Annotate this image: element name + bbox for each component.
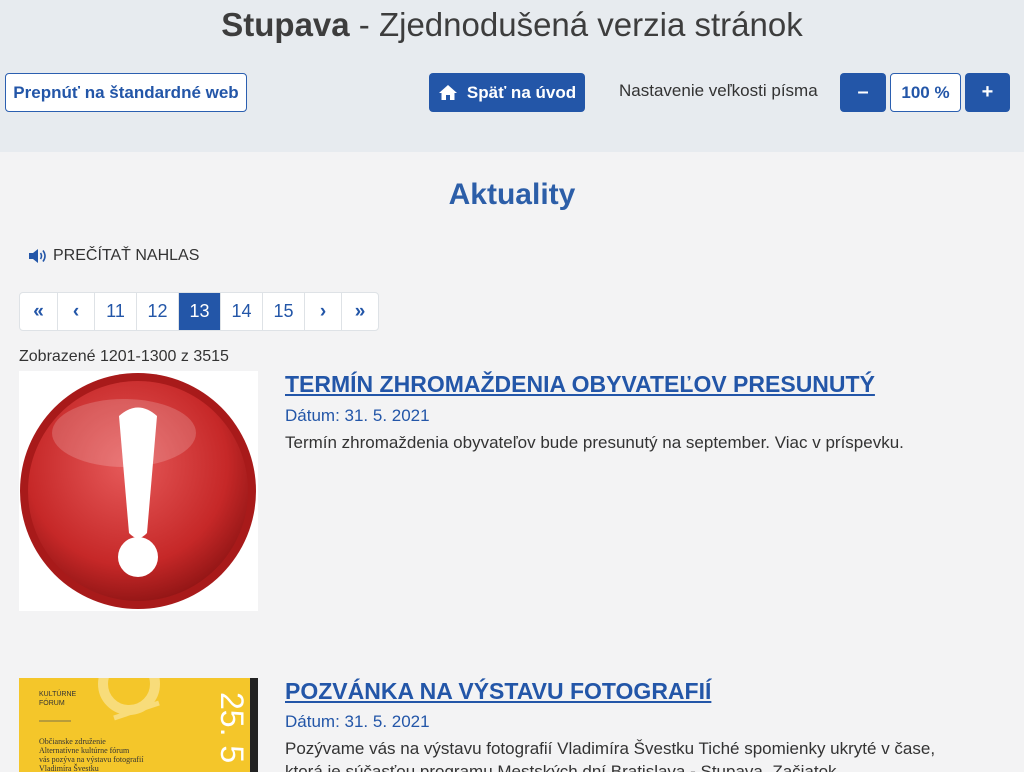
next-page-button[interactable]: › (304, 293, 341, 330)
home-icon (438, 85, 457, 100)
font-size-value[interactable]: 100 % (890, 73, 961, 112)
poster-line-2: Alternatívne kultúrne fórum (39, 746, 130, 755)
font-decrease-button[interactable]: – (840, 73, 886, 112)
site-title: Stupava - Zjednodušená verzia stránok (0, 6, 1024, 44)
header-bar: Stupava - Zjednodušená verzia stránok Pr… (0, 0, 1024, 152)
read-aloud-button[interactable]: PREČÍTAŤ NAHLAS (28, 247, 199, 265)
switch-to-standard-web-button[interactable]: Prepnúť na štandardné web (5, 73, 247, 112)
article-thumbnail[interactable]: KULTÚRNE FÓRUM Občianske združenie Alter… (19, 678, 258, 772)
first-page-button[interactable]: « (20, 293, 57, 330)
back-home-label: Späť na úvod (466, 82, 577, 102)
warning-exclamation-icon (20, 373, 256, 609)
article-title-link[interactable]: TERMÍN ZHROMAŽDENIA OBYVATEĽOV PRESUNUTÝ (285, 371, 875, 398)
poster-date: 25. 5 (214, 692, 250, 763)
poster-line-1: Občianske združenie (39, 737, 106, 746)
article-date: Dátum: 31. 5. 2021 (285, 712, 430, 731)
page-13-button[interactable]: 13 (178, 293, 220, 330)
font-size-label: Nastavenie veľkosti písma (619, 81, 818, 100)
article-date: Dátum: 31. 5. 2021 (285, 406, 430, 425)
article-excerpt: Pozývame vás na výstavu fotografií Vladi… (285, 739, 936, 758)
prev-page-button[interactable]: ‹ (57, 293, 94, 330)
exhibition-poster-image: KULTÚRNE FÓRUM Občianske združenie Alter… (19, 678, 258, 772)
pagination: « ‹ 11 12 13 14 15 › » (19, 292, 379, 331)
site-subtitle: - Zjednodušená verzia stránok (349, 6, 803, 43)
page-12-button[interactable]: 12 (136, 293, 178, 330)
page-title: Aktuality (448, 178, 576, 211)
results-count: Zobrazené 1201-1300 z 3515 (19, 348, 229, 365)
poster-org: KULTÚRNE (39, 689, 77, 698)
poster-line-3: vás pozýva na výstavu fotografií (39, 755, 144, 764)
poster-org-2: FÓRUM (39, 698, 65, 707)
back-home-button[interactable]: Späť na úvod (429, 73, 585, 112)
page-15-button[interactable]: 15 (262, 293, 304, 330)
font-increase-button[interactable]: + (965, 73, 1010, 112)
poster-line-4: Vladimíra Švestku (39, 764, 99, 772)
site-name: Stupava (221, 6, 350, 43)
read-aloud-label: PREČÍTAŤ NAHLAS (53, 247, 200, 264)
page-14-button[interactable]: 14 (220, 293, 262, 330)
article-excerpt-continued: ktorá je súčasťou programu Mestských dní… (285, 762, 837, 772)
last-page-button[interactable]: » (341, 293, 378, 330)
speaker-icon (29, 249, 46, 263)
article-excerpt: Termín zhromaždenia obyvateľov bude pres… (285, 433, 904, 452)
article-title-link[interactable]: POZVÁNKA NA VÝSTAVU FOTOGRAFIÍ (285, 678, 711, 705)
article-thumbnail[interactable] (19, 371, 258, 611)
page-11-button[interactable]: 11 (94, 293, 136, 330)
